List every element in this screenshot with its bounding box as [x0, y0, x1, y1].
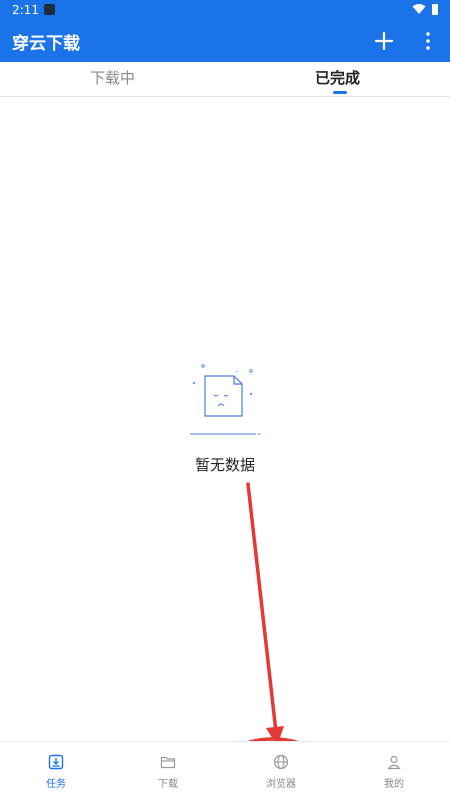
status-time: 2:11 [12, 3, 39, 17]
nav-item-download[interactable]: 下载 [112, 742, 224, 801]
bottom-nav: 任务 下载 浏览器 我的 [0, 741, 450, 801]
plus-icon[interactable] [372, 29, 396, 53]
battery-icon [432, 3, 438, 15]
nav-label-mine: 我的 [384, 779, 404, 790]
nav-label-download: 下载 [158, 779, 178, 790]
nav-label-browser: 浏览器 [266, 779, 296, 790]
more-vertical-icon[interactable] [416, 29, 440, 53]
status-bar: 2:11 [0, 0, 450, 20]
task-download-icon [48, 754, 64, 770]
folder-icon [160, 756, 176, 769]
app-bar: 穿云下载 [0, 20, 450, 62]
nav-item-mine[interactable]: 我的 [338, 742, 450, 801]
app-title: 穿云下载 [12, 34, 80, 54]
nav-item-browser[interactable]: 浏览器 [225, 742, 337, 801]
nav-item-tasks[interactable]: 任务 [0, 742, 112, 801]
nav-label-tasks: 任务 [46, 779, 66, 790]
status-icons [412, 3, 438, 15]
wifi-icon [412, 4, 426, 14]
empty-state-text: 暂无数据 [194, 456, 255, 474]
notification-app-icon [44, 4, 55, 15]
tab-bar: 下载中 已完成 [0, 62, 450, 97]
tab-downloading[interactable]: 下载中 [0, 62, 225, 96]
globe-icon [273, 754, 289, 770]
profile-icon [387, 755, 401, 770]
tab-indicator [333, 91, 347, 94]
empty-document-icon [190, 364, 260, 435]
